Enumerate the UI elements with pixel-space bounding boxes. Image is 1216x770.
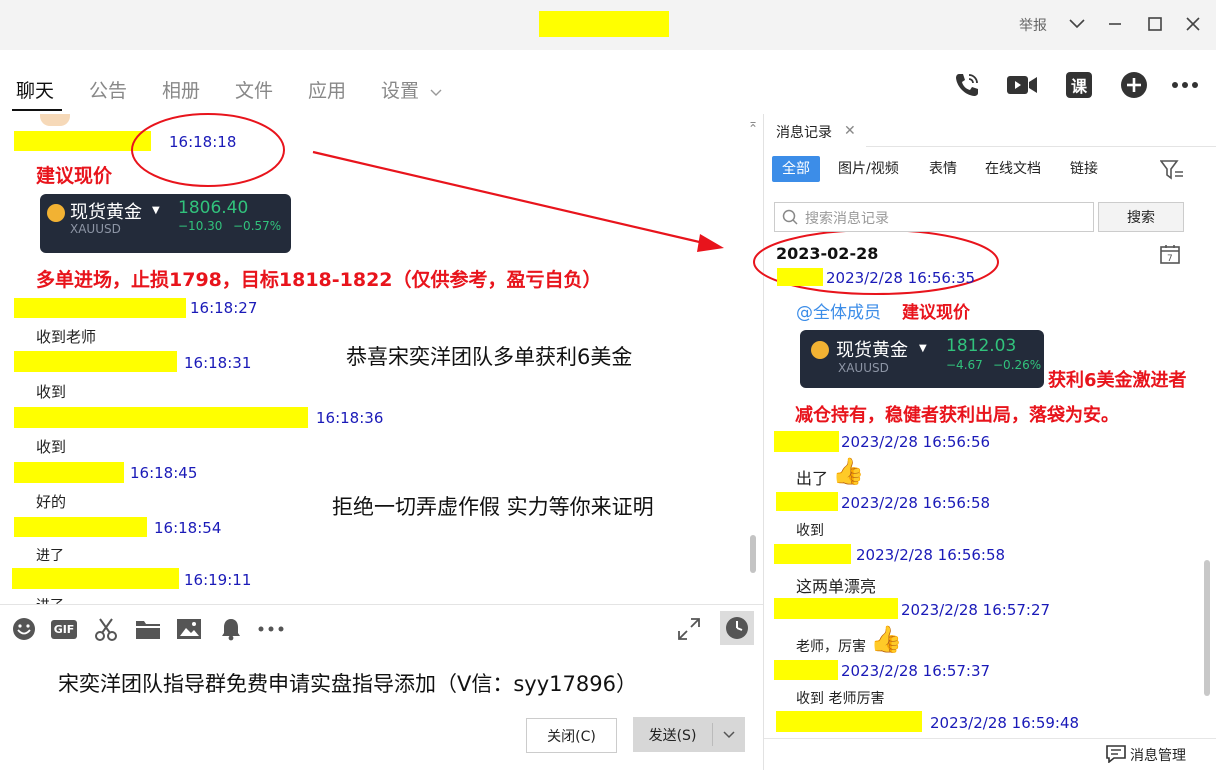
caret-down-icon: ▼: [919, 343, 927, 354]
gold-coin-icon: [811, 341, 829, 359]
history-tab[interactable]: 消息记录: [776, 122, 832, 142]
clock-icon[interactable]: [720, 611, 754, 645]
message-manage-label[interactable]: 消息管理: [1130, 745, 1186, 765]
profit-note: 减仓持有，稳健者获利出局，落袋为安。: [795, 405, 1119, 426]
expand-icon[interactable]: [676, 616, 702, 642]
filter-sticker[interactable]: 表情: [929, 156, 957, 182]
composer-text[interactable]: 宋奕洋团队指导群免费申请实盘指导添加（V信：syy17896）: [58, 668, 637, 698]
message-time: 2023/2/28 16:56:56: [841, 433, 991, 451]
send-button[interactable]: 发送(S): [633, 717, 712, 752]
history-footer-line: [764, 738, 1216, 739]
history-tab-line: [866, 146, 1216, 147]
filter-icon[interactable]: [1159, 160, 1184, 184]
message-time: 2023/2/28 16:59:48: [930, 714, 1080, 732]
history-tab-underline: [766, 145, 866, 147]
message-text: 老师，厉害: [796, 639, 866, 655]
search-button[interactable]: 搜索: [1098, 202, 1184, 232]
search-icon: [782, 209, 798, 225]
message-manage-icon[interactable]: [1106, 745, 1126, 767]
quote-name: 现货黄金: [836, 340, 908, 361]
history-search-input[interactable]: 搜索消息记录: [774, 202, 1094, 232]
search-placeholder: 搜索消息记录: [805, 211, 889, 227]
message-text: 这两单漂亮: [796, 577, 877, 596]
quote-price: 1812.03: [946, 336, 1017, 356]
message-text: 收到 老师厉害: [796, 691, 885, 707]
image-icon[interactable]: [176, 616, 202, 642]
history-date: 2023-02-28: [776, 244, 879, 263]
profit-note: 获利6美金激进者: [1048, 370, 1187, 391]
send-button-group: 发送(S): [633, 717, 745, 752]
message-text: 收到: [796, 523, 824, 539]
bell-icon[interactable]: [218, 616, 244, 642]
chevron-down-icon[interactable]: [713, 717, 745, 752]
filter-all[interactable]: 全部: [772, 156, 820, 182]
history-scrollbar[interactable]: [1204, 560, 1210, 696]
redacted-sender: [777, 268, 823, 286]
emoji-icon[interactable]: [11, 616, 37, 642]
message-text: 出了: [796, 469, 829, 488]
filter-media[interactable]: 图片/视频: [838, 156, 899, 182]
calendar-icon[interactable]: 7: [1160, 244, 1180, 268]
message-time: 2023/2/28 16:57:37: [841, 662, 991, 680]
gold-quote-card[interactable]: 现货黄金 ▼ 1812.03 −4.67 −0.26% XAUUSD: [800, 330, 1044, 388]
message-time: 2023/2/28 16:57:27: [901, 601, 1051, 619]
svg-text:7: 7: [1167, 254, 1173, 264]
mention-all[interactable]: @全体成员: [796, 298, 881, 323]
redacted-sender: [774, 660, 838, 680]
redacted-sender: [774, 598, 898, 619]
message-time: 2023/2/28 16:56:58: [856, 546, 1006, 564]
redacted-sender: [776, 492, 838, 511]
redacted-sender: [776, 711, 922, 732]
thumbs-up-emoji: 👍: [832, 457, 865, 487]
filter-docs[interactable]: 在线文档: [985, 156, 1041, 182]
filter-links[interactable]: 链接: [1070, 156, 1098, 182]
suggest-text: 建议现价: [902, 303, 970, 323]
quote-change: −4.67: [946, 358, 983, 372]
close-button[interactable]: 关闭(C): [526, 718, 617, 753]
message-time: 2023/2/28 16:56:35: [826, 269, 976, 287]
redacted-sender: [774, 544, 851, 564]
gif-icon[interactable]: GIF: [50, 616, 78, 642]
message-time: 2023/2/28 16:56:58: [841, 494, 991, 512]
more-icon[interactable]: [258, 616, 284, 642]
thumbs-up-emoji: 👍: [870, 625, 903, 655]
quote-symbol: XAUUSD: [838, 361, 889, 375]
folder-icon[interactable]: [135, 616, 161, 642]
composer-divider: [0, 604, 763, 605]
quote-percent: −0.26%: [993, 358, 1042, 372]
scissors-icon[interactable]: [93, 616, 119, 642]
close-icon[interactable]: ✕: [844, 123, 856, 139]
redacted-sender: [774, 431, 839, 452]
